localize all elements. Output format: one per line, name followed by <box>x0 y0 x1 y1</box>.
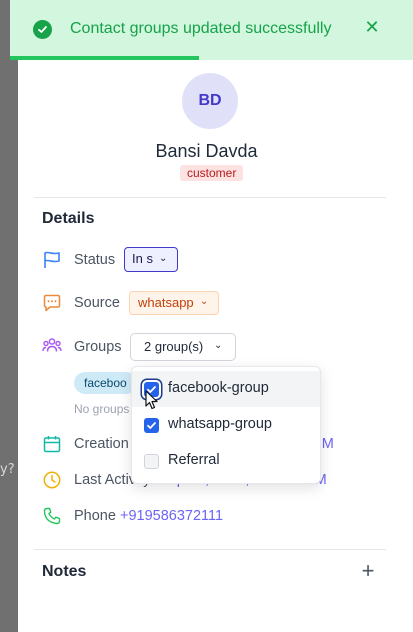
avatar: BD <box>182 73 238 129</box>
source-value: whatsapp <box>138 295 194 310</box>
divider <box>34 197 386 198</box>
users-icon <box>42 336 62 356</box>
dropdown-option-whatsapp-group[interactable]: whatsapp-group <box>132 407 320 443</box>
chevron-down-icon: ⌄ <box>159 253 168 264</box>
chat-bubble-icon <box>42 293 62 313</box>
option-label: whatsapp-group <box>168 416 272 432</box>
divider <box>34 549 386 550</box>
dropdown-option-referral[interactable]: Referral <box>132 443 320 479</box>
source-label: Source <box>74 295 120 311</box>
notes-title: Notes <box>42 563 87 580</box>
success-toast: Contact groups updated successfully ✕ <box>10 0 413 60</box>
groups-value: 2 group(s) <box>144 339 204 354</box>
modal-backdrop <box>0 0 18 632</box>
status-select[interactable]: In s ⌄ <box>124 247 178 272</box>
groups-select[interactable]: 2 group(s) ⌄ <box>130 333 236 361</box>
clock-icon <box>42 470 62 490</box>
checkbox[interactable] <box>144 454 159 469</box>
chevron-down-icon: ⌄ <box>200 296 209 307</box>
status-value: In s <box>132 251 153 266</box>
option-label: facebook-group <box>168 380 269 396</box>
toast-message: Contact groups updated successfully <box>70 20 332 37</box>
check-circle-icon <box>33 20 52 39</box>
no-groups-text: No groups <box>74 402 130 416</box>
close-icon[interactable]: ✕ <box>362 17 382 37</box>
group-chip: faceboo <box>74 372 137 394</box>
phone-icon <box>42 506 62 526</box>
creation-label: Creation <box>74 436 129 452</box>
details-title: Details <box>42 210 95 227</box>
source-select[interactable]: whatsapp ⌄ <box>129 291 219 315</box>
phone-value[interactable]: +919586372111 <box>120 508 223 524</box>
status-label: Status <box>74 252 116 268</box>
calendar-icon <box>42 434 62 454</box>
phone-label: Phone <box>74 508 116 524</box>
groups-label: Groups <box>74 339 122 355</box>
contact-name: Bansi Davda <box>155 141 258 161</box>
chevron-down-icon: ⌄ <box>214 340 223 351</box>
groups-dropdown: facebook-group whatsapp-group Referral <box>131 366 321 484</box>
dropdown-option-facebook-group[interactable]: facebook-group <box>132 371 320 407</box>
add-note-button[interactable]: + <box>358 560 378 582</box>
flag-icon <box>42 250 62 270</box>
contact-type-badge: customer <box>180 165 244 181</box>
option-label: Referral <box>168 452 220 468</box>
toast-progress-bar <box>10 56 200 60</box>
pointer-cursor-icon <box>145 390 159 415</box>
checkbox[interactable] <box>144 418 159 433</box>
